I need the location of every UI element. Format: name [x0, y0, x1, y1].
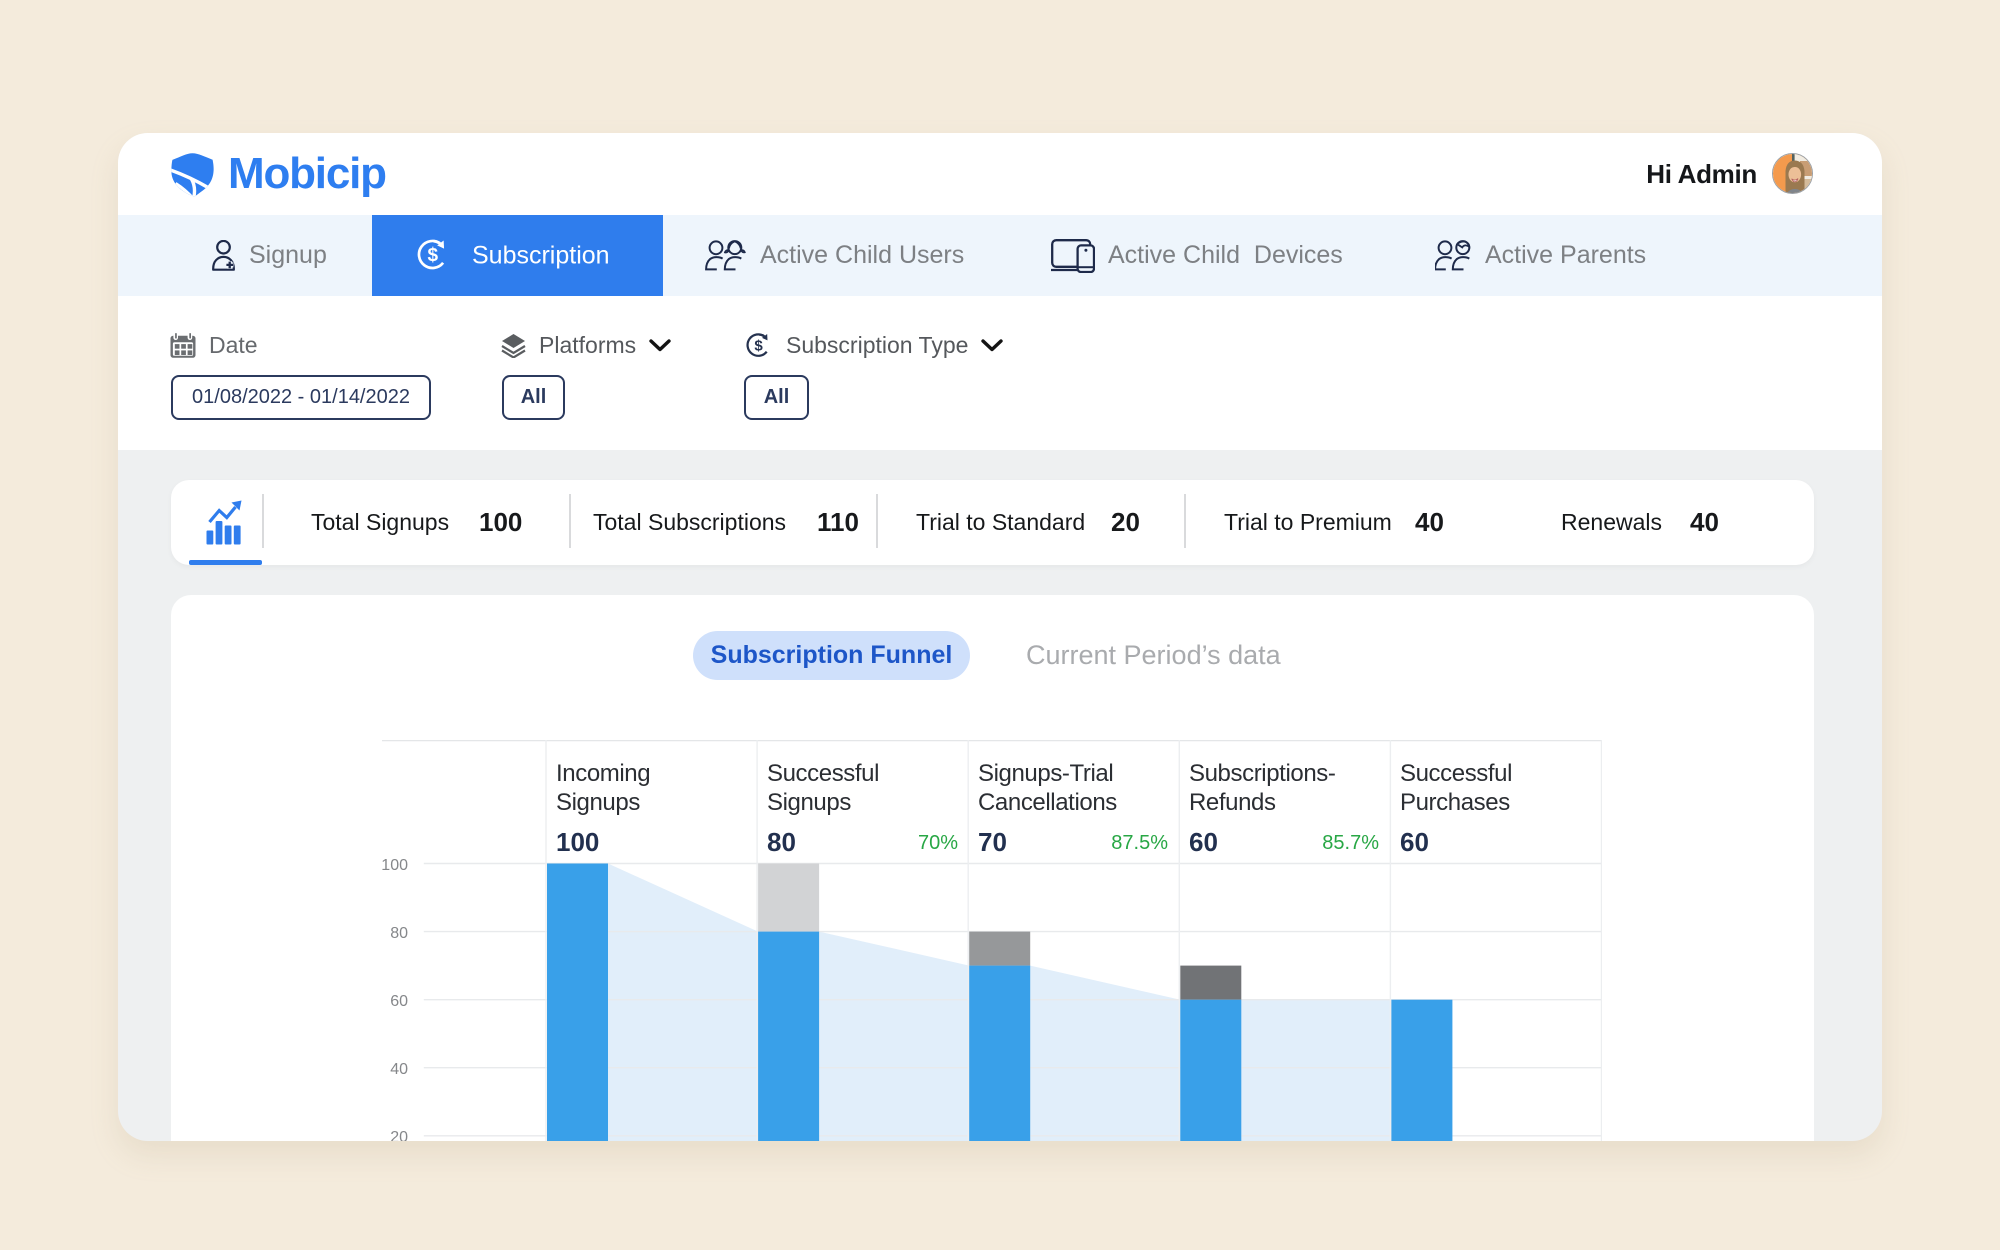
svg-text:100: 100	[556, 827, 599, 857]
svg-text:20: 20	[390, 1129, 408, 1141]
svg-text:Subscriptions-: Subscriptions-	[1189, 760, 1335, 787]
svg-text:Purchases: Purchases	[1400, 789, 1510, 816]
svg-text:Successful: Successful	[767, 760, 879, 787]
svg-text:87.5%: 87.5%	[1111, 832, 1168, 854]
svg-text:$: $	[754, 337, 763, 354]
svg-text:100: 100	[382, 857, 408, 874]
svg-text:$: $	[428, 245, 439, 266]
svg-text:Signups: Signups	[556, 789, 640, 816]
svg-text:Successful: Successful	[1400, 760, 1512, 787]
svg-text:Refunds: Refunds	[1189, 789, 1276, 816]
svg-text:85.7%: 85.7%	[1322, 832, 1379, 854]
svg-text:80: 80	[767, 827, 796, 857]
svg-text:70%: 70%	[918, 832, 958, 854]
svg-text:Signups-Trial: Signups-Trial	[978, 760, 1113, 787]
svg-text:60: 60	[390, 993, 408, 1010]
svg-text:40: 40	[390, 1061, 408, 1078]
svg-text:70: 70	[978, 827, 1007, 857]
svg-text:Incoming: Incoming	[556, 760, 650, 787]
svg-text:Signups: Signups	[767, 789, 851, 816]
svg-text:60: 60	[1400, 827, 1429, 857]
svg-text:80: 80	[390, 925, 408, 942]
svg-text:60: 60	[1189, 827, 1218, 857]
svg-text:Cancellations: Cancellations	[978, 789, 1117, 816]
